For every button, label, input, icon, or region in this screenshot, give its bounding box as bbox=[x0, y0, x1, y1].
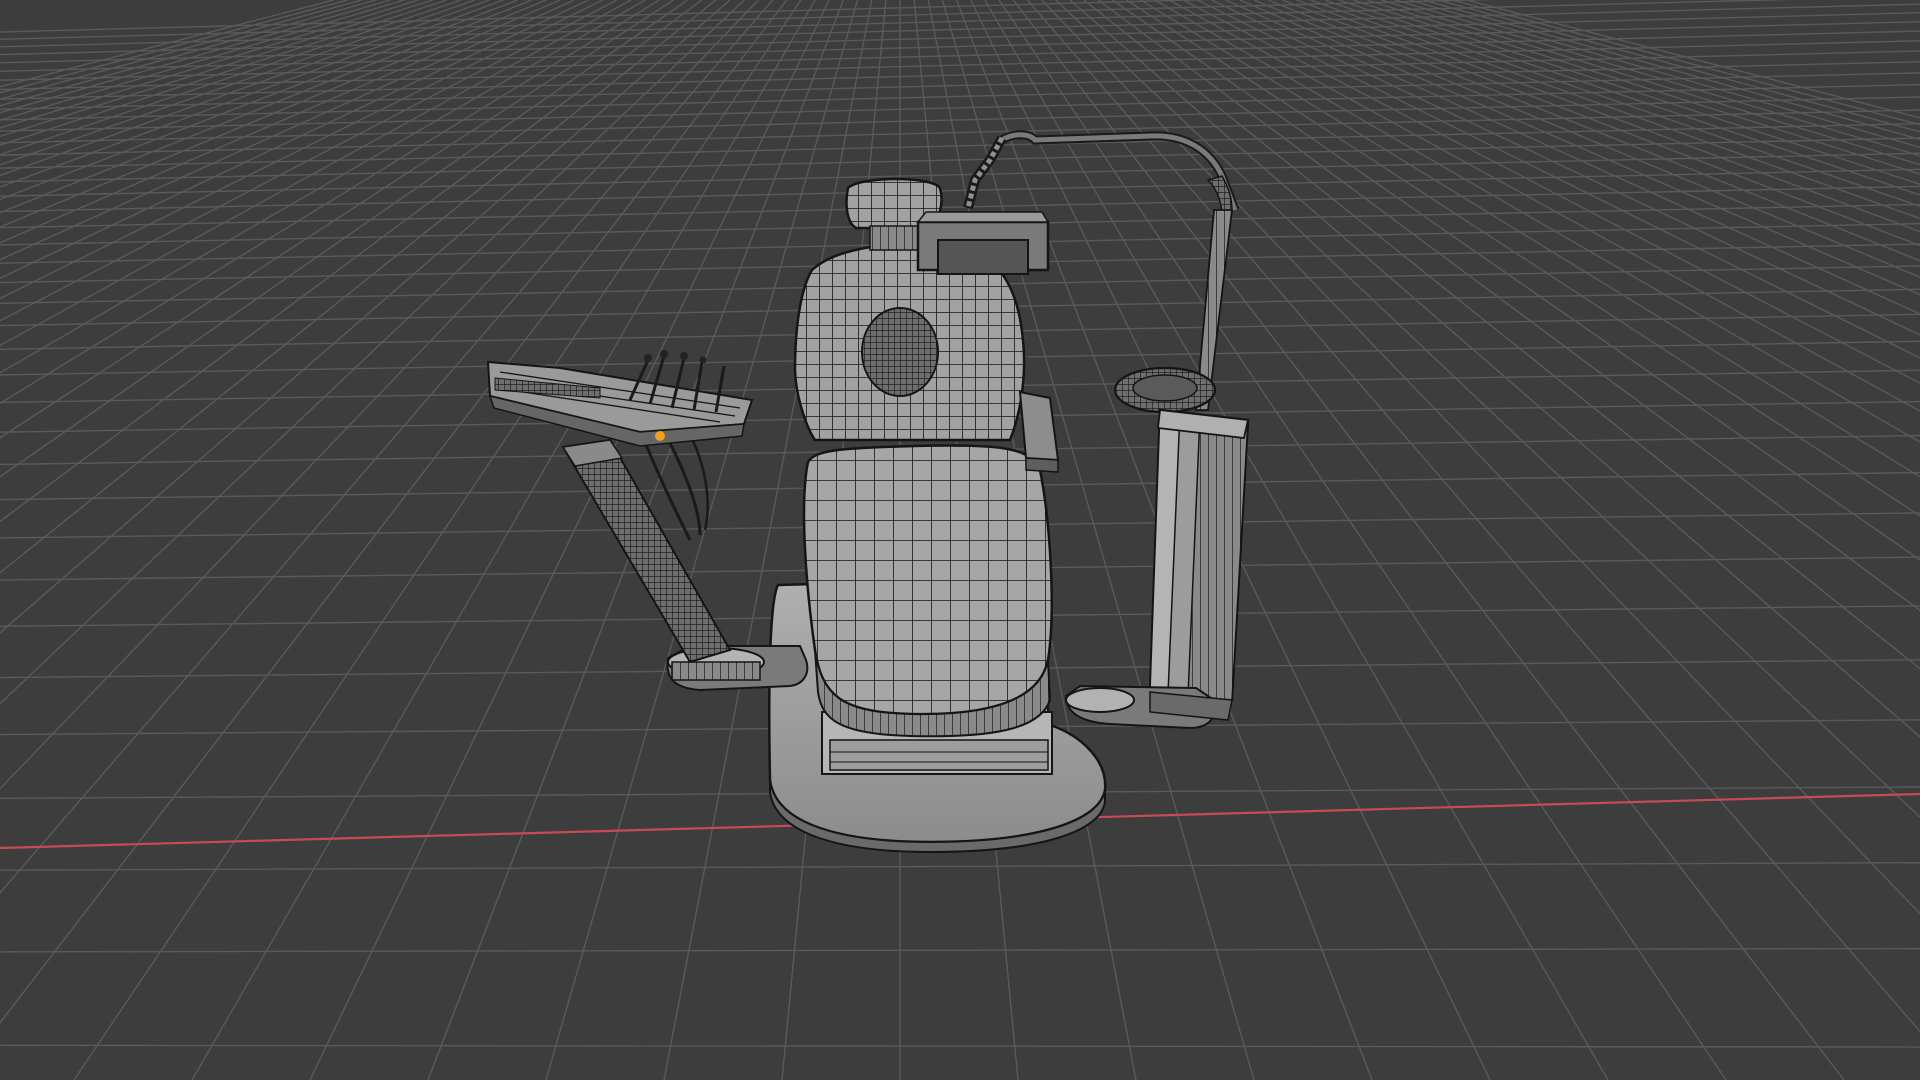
grid-line bbox=[1395, 0, 1920, 157]
grid-line bbox=[0, 0, 391, 114]
grid-line bbox=[1381, 0, 1920, 166]
selected-vertex[interactable] bbox=[655, 431, 665, 441]
grid-line bbox=[0, 861, 1920, 871]
grid-line bbox=[0, 0, 405, 121]
grid-line bbox=[0, 1044, 1920, 1048]
grid-line bbox=[0, 0, 419, 129]
grid-line bbox=[1409, 0, 1920, 149]
grid-line bbox=[0, 0, 589, 279]
grid-line bbox=[0, 109, 1920, 156]
chair-seat[interactable] bbox=[802, 390, 1060, 738]
grid-line bbox=[0, 0, 363, 100]
viewport-scene[interactable] bbox=[0, 0, 1920, 1080]
grid-line bbox=[0, 0, 703, 523]
grid-line bbox=[1239, 0, 1920, 296]
grid-line bbox=[0, 0, 618, 322]
grid-line bbox=[1338, 0, 1920, 196]
grid-line bbox=[1352, 0, 1920, 185]
dental-chair-model[interactable] bbox=[486, 130, 1250, 854]
grid-line bbox=[1012, 0, 1845, 1080]
grid-line bbox=[1211, 0, 1920, 336]
instrument-arm[interactable] bbox=[486, 350, 809, 692]
grid-line bbox=[309, 0, 830, 1080]
grid-line bbox=[998, 0, 1727, 1080]
grid-line bbox=[0, 0, 632, 347]
grid-line bbox=[1324, 0, 1920, 208]
grid-line bbox=[0, 96, 1920, 144]
grid-line bbox=[73, 0, 802, 1080]
grid-line bbox=[0, 0, 688, 478]
grid-line bbox=[1225, 0, 1920, 315]
grid-line bbox=[0, 947, 1920, 953]
grid-line bbox=[0, 60, 1920, 110]
3d-viewport[interactable] bbox=[0, 0, 1920, 1080]
cuspidor-unit[interactable] bbox=[1064, 366, 1250, 730]
grid-line bbox=[1296, 0, 1920, 233]
grid-line bbox=[0, 0, 603, 300]
